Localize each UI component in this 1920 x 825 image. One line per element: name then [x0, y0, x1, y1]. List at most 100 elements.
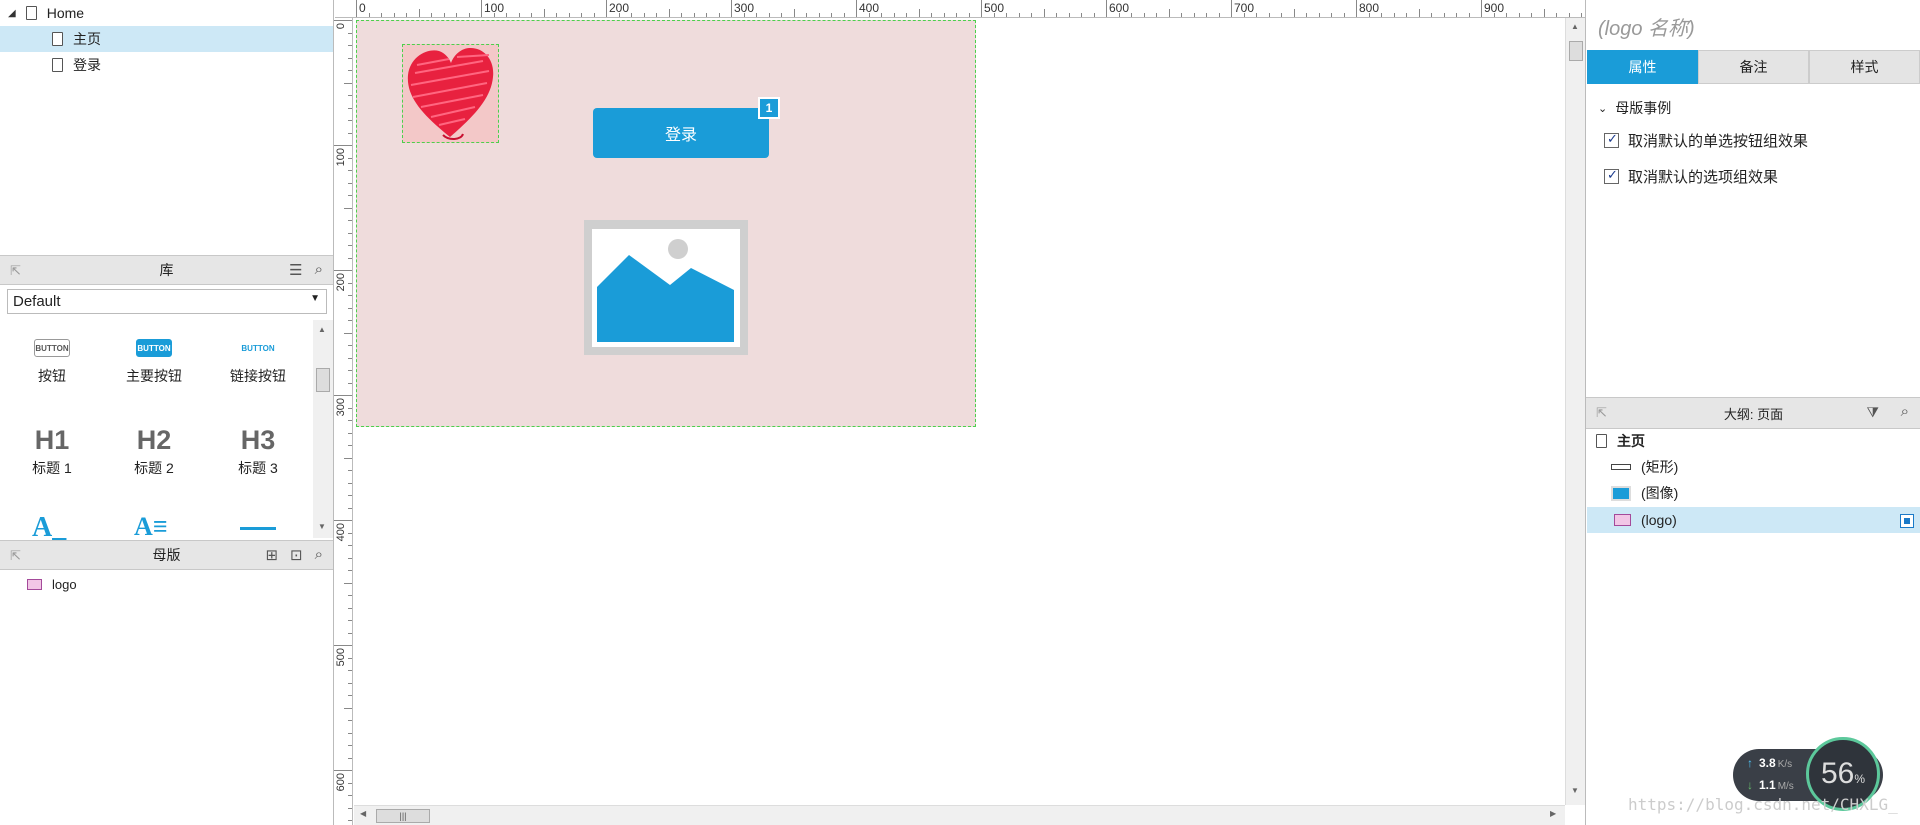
tree-item-label: 登录 — [73, 57, 101, 73]
widget-heading-3[interactable]: H3 标题 3 — [206, 422, 310, 478]
menu-icon[interactable]: ☰ — [289, 261, 302, 279]
ruler-tick — [348, 345, 352, 346]
canvas-vertical-scrollbar[interactable]: ▲ ▼ — [1565, 18, 1585, 805]
ruler-tick — [1268, 13, 1270, 17]
canvas-horizontal-scrollbar[interactable]: ◀ ||| ▶ — [354, 805, 1565, 825]
add-master-icon[interactable]: ⊞ — [265, 546, 278, 564]
master-instance-section[interactable]: ⌄ 母版事例 — [1598, 98, 1671, 118]
ruler-tick — [906, 13, 907, 17]
ruler-tick — [348, 595, 352, 596]
tree-item-page-login[interactable]: 登录 — [0, 52, 333, 78]
horizontal-line-widget-icon[interactable] — [240, 527, 276, 530]
tab-style[interactable]: 样式 — [1809, 50, 1920, 84]
ruler-tick — [1256, 13, 1257, 17]
paragraph-widget-icon[interactable]: A≡ — [134, 512, 168, 540]
collapse-arrow-icon[interactable]: ⇱ — [1596, 405, 1607, 421]
collapse-arrow-icon[interactable]: ⇱ — [10, 263, 21, 279]
widget-label: 标题 3 — [238, 460, 278, 476]
image-icon — [1611, 485, 1631, 501]
outline-page-root[interactable]: 主页 — [1587, 428, 1920, 454]
widget-heading-1[interactable]: H1 标题 1 — [0, 422, 104, 478]
scroll-left-icon[interactable]: ◀ — [360, 809, 366, 818]
ruler-tick — [381, 13, 382, 17]
widget-primary-button[interactable]: BUTTON 主要按钮 — [102, 330, 206, 386]
image-placeholder[interactable] — [584, 220, 748, 355]
ruler-tick — [348, 307, 352, 309]
ruler-tick — [348, 820, 352, 821]
ruler-tick — [334, 270, 352, 271]
tree-item-page-home[interactable]: 主页 — [0, 26, 333, 52]
gauge-percent: 56 — [1820, 757, 1855, 790]
ruler-tick — [468, 13, 470, 17]
ruler-tick — [1568, 13, 1570, 17]
scrollbar-thumb[interactable] — [1569, 41, 1583, 61]
ruler-tick — [344, 582, 352, 584]
collapse-triangle-icon[interactable]: ◢ — [8, 8, 16, 19]
ruler-tick — [348, 532, 352, 534]
master-item-logo[interactable]: logo — [0, 571, 333, 597]
ruler-tick — [348, 57, 352, 59]
ruler-tick — [418, 9, 420, 17]
login-button[interactable]: 登录 — [593, 108, 769, 158]
widget-button[interactable]: BUTTON 按钮 — [0, 330, 104, 386]
ruler-tick — [348, 670, 352, 671]
tab-properties[interactable]: 属性 — [1587, 50, 1698, 84]
checkbox-option-group[interactable]: 取消默认的选项组效果 — [1604, 166, 1778, 187]
ruler-tick — [1431, 13, 1432, 17]
page-icon — [52, 32, 63, 46]
widget-label: 主要按钮 — [126, 368, 182, 384]
widget-link-button[interactable]: BUTTON 链接按钮 — [206, 330, 310, 386]
outline-item-label: 主页 — [1617, 433, 1645, 449]
primary-button-thumbnail: BUTTON — [136, 339, 172, 357]
widget-heading-2[interactable]: H2 标题 2 — [102, 422, 206, 478]
watermark: https://blog.csdn.net/CHXLG_ — [1628, 795, 1898, 814]
ruler-label: 800 — [1359, 1, 1380, 15]
scrollbar-thumb[interactable]: ||| — [376, 809, 430, 823]
ruler-tick — [1156, 13, 1157, 17]
library-dropdown[interactable]: Default ▼ — [7, 289, 327, 314]
ruler-tick — [344, 457, 352, 459]
ruler-tick — [431, 13, 432, 17]
ruler-tick — [334, 20, 352, 21]
ruler-tick — [1056, 13, 1057, 17]
library-scrollbar[interactable]: ▲ ▼ — [313, 320, 333, 538]
tab-notes[interactable]: 备注 — [1698, 50, 1809, 84]
widget-label: 标题 2 — [134, 460, 174, 476]
add-folder-icon[interactable]: ⊡ — [290, 546, 303, 564]
tree-item-home[interactable]: ◢ Home — [0, 0, 333, 26]
heading-thumbnail: H1 — [34, 424, 70, 455]
scroll-down-icon[interactable]: ▼ — [318, 522, 326, 531]
ruler-tick — [881, 13, 882, 17]
ruler-tick — [348, 795, 352, 796]
heading-thumbnail: H2 — [136, 424, 172, 455]
widget-name-field[interactable]: (logo 名称) — [1598, 12, 1695, 41]
ruler-tick — [843, 13, 845, 17]
outline-item-rectangle[interactable]: (矩形) — [1587, 454, 1920, 480]
scroll-up-icon[interactable]: ▲ — [1571, 22, 1579, 31]
ruler-label: 100 — [335, 148, 347, 167]
outline-item-logo[interactable]: (logo) — [1587, 507, 1920, 533]
text-label-widget-icon[interactable]: A_ — [32, 512, 66, 540]
ruler-tick — [334, 520, 352, 521]
search-icon[interactable]: ⌕ — [1901, 403, 1909, 420]
checkbox-checked[interactable] — [1604, 167, 1619, 184]
checkbox-checked[interactable] — [1604, 131, 1619, 148]
search-icon[interactable]: ⌕ — [315, 261, 323, 279]
scroll-down-icon[interactable]: ▼ — [1571, 786, 1579, 795]
collapse-arrow-icon[interactable]: ⇱ — [10, 548, 21, 564]
outline-item-image[interactable]: (图像) — [1587, 480, 1920, 506]
ruler-tick — [348, 70, 352, 71]
chevron-down-icon: ▼ — [310, 293, 320, 304]
scrollbar-thumb[interactable] — [316, 368, 330, 392]
scroll-up-icon[interactable]: ▲ — [318, 325, 326, 334]
checkbox-radio-group[interactable]: 取消默认的单选按钮组效果 — [1604, 130, 1808, 151]
master-selected-icon[interactable] — [1900, 514, 1914, 528]
ruler-tick — [1018, 13, 1020, 17]
ruler-tick — [568, 13, 570, 17]
filter-icon[interactable]: ⧩ — [1867, 404, 1880, 421]
ruler-tick — [593, 13, 595, 17]
ruler-tick — [643, 13, 645, 17]
search-icon[interactable]: ⌕ — [315, 546, 323, 564]
heart-logo-image[interactable] — [402, 44, 499, 143]
scroll-right-icon[interactable]: ▶ — [1550, 809, 1556, 818]
